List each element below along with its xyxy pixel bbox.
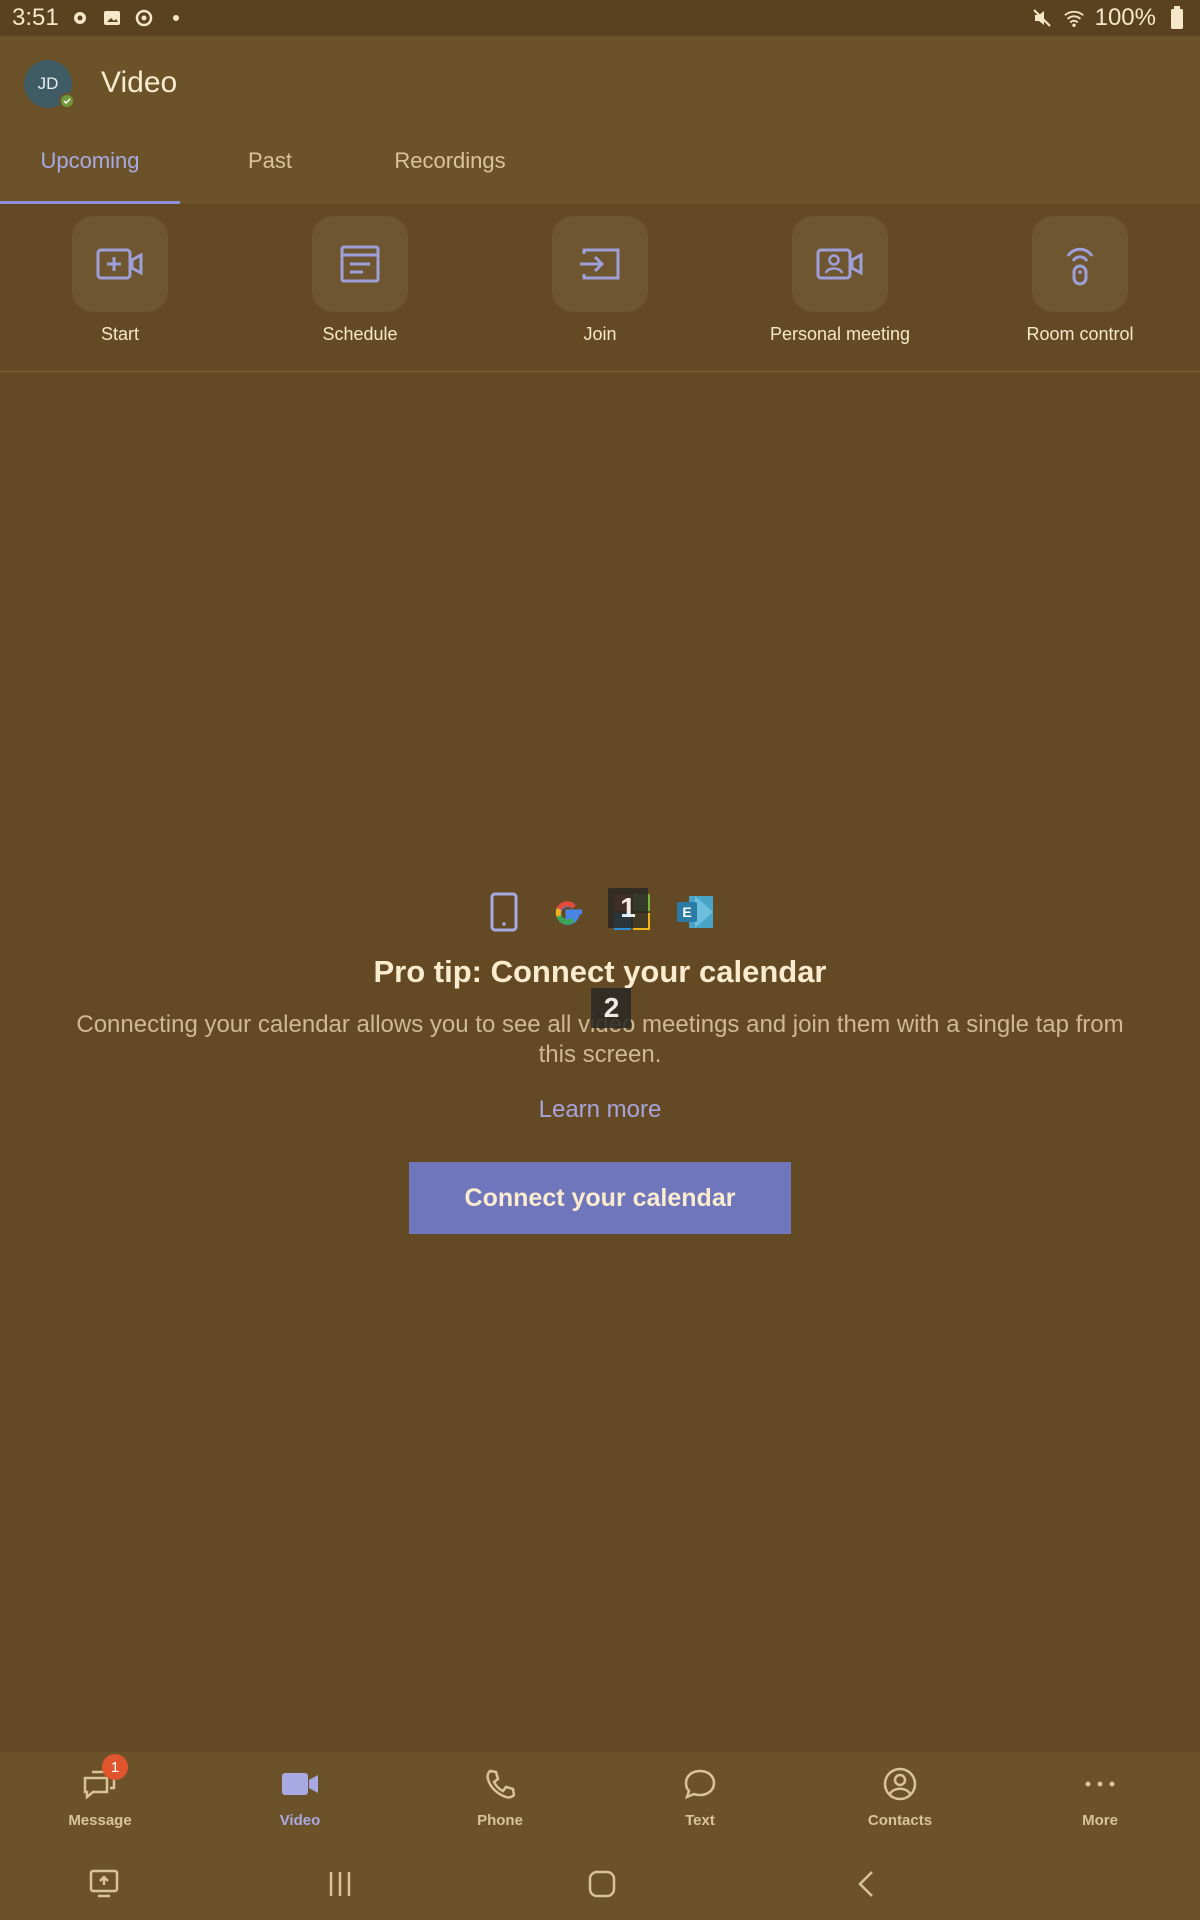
message-badge: 1 — [102, 1754, 128, 1780]
home-icon[interactable] — [580, 1864, 624, 1904]
app-header: JD Video Upcoming Past Recordings — [0, 36, 1200, 204]
presence-available-icon — [59, 93, 75, 109]
avatar[interactable]: JD — [24, 60, 75, 109]
marker-1: 1 — [608, 888, 648, 928]
nav-text[interactable]: Text — [600, 1762, 800, 1829]
calendar-providers: 1 E — [482, 888, 718, 936]
schedule-tile — [312, 216, 408, 312]
page-title: Video — [101, 66, 178, 99]
battery-percent: 100% — [1094, 4, 1156, 31]
tab-upcoming[interactable]: Upcoming — [0, 148, 180, 204]
personal-meeting-button[interactable]: Personal meeting — [740, 216, 940, 345]
microsoft-icon: 1 — [608, 888, 654, 934]
avatar-initials: JD — [37, 74, 59, 93]
nav-label: Text — [685, 1812, 715, 1829]
mute-icon — [1031, 7, 1053, 29]
calendar-promo: 1 E Pro tip: Connect your calendar 2 Con… — [0, 888, 1200, 1234]
personal-meeting-icon — [816, 248, 863, 280]
calendar-list-icon — [340, 245, 380, 283]
exchange-icon: E — [674, 890, 718, 934]
battery-icon — [1166, 6, 1188, 29]
room-control-tile — [1032, 216, 1128, 312]
status-time: 3:51 — [12, 4, 59, 31]
message-icon: 1 — [78, 1754, 128, 1806]
nav-label: More — [1082, 1812, 1118, 1829]
action-label: Schedule — [322, 324, 398, 344]
join-button[interactable]: Join — [500, 216, 700, 345]
nav-message[interactable]: 1 Message — [0, 1754, 200, 1829]
photo-icon — [101, 7, 123, 29]
join-tile — [552, 216, 648, 312]
tab-bar: Upcoming Past Recordings — [0, 148, 1200, 204]
back-icon[interactable] — [844, 1864, 888, 1904]
join-arrow-icon — [580, 248, 620, 280]
phone-calendar-icon — [482, 890, 526, 934]
start-tile — [72, 216, 168, 312]
nav-label: Message — [68, 1812, 132, 1829]
bottom-nav: 1 Message Video Phone Text Contacts More — [0, 1752, 1200, 1848]
nav-label: Phone — [477, 1812, 523, 1829]
nav-video[interactable]: Video — [200, 1762, 400, 1829]
phone-icon — [478, 1762, 522, 1806]
nav-contacts[interactable]: Contacts — [800, 1762, 1000, 1829]
nav-phone[interactable]: Phone — [400, 1762, 600, 1829]
tab-past[interactable]: Past — [180, 148, 360, 204]
gear-icon — [69, 7, 91, 29]
tab-label: Upcoming — [40, 148, 140, 173]
more-icon — [1078, 1762, 1122, 1806]
wifi-icon — [1063, 7, 1085, 29]
svg-text:E: E — [682, 904, 691, 920]
tab-recordings[interactable]: Recordings — [360, 148, 540, 204]
start-meeting-button[interactable]: Start — [20, 216, 220, 345]
personal-meeting-tile — [792, 216, 888, 312]
nav-label: Contacts — [867, 1812, 933, 1829]
action-label: Personal meeting — [769, 324, 911, 344]
learn-more-link[interactable]: Learn more — [539, 1096, 662, 1124]
chat-bubble-icon — [678, 1762, 722, 1806]
room-control-icon — [1066, 247, 1094, 286]
tab-label: Recordings — [394, 148, 506, 173]
status-bar: 3:51 100% — [0, 0, 1200, 36]
screen-share-icon[interactable] — [82, 1864, 126, 1904]
schedule-button[interactable]: Schedule — [260, 216, 460, 345]
tab-label: Past — [247, 148, 293, 173]
nav-label: Video — [279, 1812, 321, 1829]
marker-2: 2 — [591, 988, 632, 1028]
connect-calendar-button[interactable]: Connect your calendar — [409, 1162, 791, 1234]
video-icon — [278, 1762, 322, 1806]
contacts-icon — [878, 1762, 922, 1806]
promo-title: Pro tip: Connect your calendar — [373, 954, 827, 989]
room-control-button[interactable]: Room control — [980, 216, 1180, 345]
nav-more[interactable]: More — [1000, 1762, 1200, 1829]
system-nav-bar — [0, 1848, 1200, 1920]
action-label: Join — [583, 324, 617, 344]
action-label: Start — [100, 324, 139, 344]
quick-actions: Start Schedule Join Personal meeting Roo… — [0, 204, 1200, 372]
dot-icon — [165, 7, 187, 29]
settings-icon — [133, 7, 155, 29]
recent-apps-icon[interactable] — [318, 1864, 362, 1904]
google-icon — [546, 890, 590, 934]
video-add-icon — [96, 248, 143, 280]
action-label: Room control — [1026, 324, 1134, 344]
